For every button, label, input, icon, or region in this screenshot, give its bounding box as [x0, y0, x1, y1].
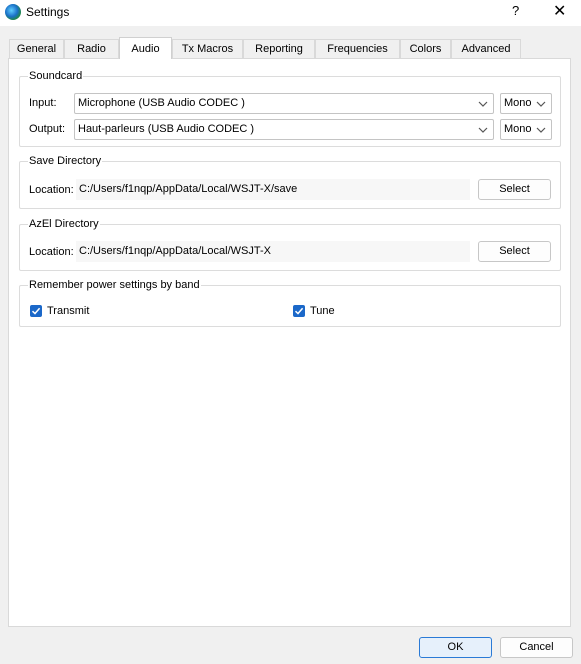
- chevron-down-icon: [536, 127, 546, 133]
- transmit-checkbox[interactable]: [30, 305, 42, 317]
- output-channel-select[interactable]: Mono: [500, 119, 552, 140]
- chevron-down-icon: [478, 127, 488, 133]
- chevron-down-icon: [536, 101, 546, 107]
- azel-directory-path-value: C:/Users/f1nqp/AppData/Local/WSJT-X: [79, 245, 271, 257]
- save-directory-path-value: C:/Users/f1nqp/AppData/Local/WSJT-X/save: [79, 183, 298, 195]
- azel-directory-group-title: AzEl Directory: [28, 218, 100, 230]
- azel-directory-select-button[interactable]: Select: [478, 241, 551, 262]
- output-device-value: Haut-parleurs (USB Audio CODEC ): [78, 123, 255, 135]
- output-channel-value: Mono: [504, 123, 532, 135]
- tab-colors[interactable]: Colors: [400, 39, 451, 58]
- input-device-select[interactable]: Microphone (USB Audio CODEC ): [74, 93, 494, 114]
- input-device-value: Microphone (USB Audio CODEC ): [78, 97, 245, 109]
- input-channel-select[interactable]: Mono: [500, 93, 552, 114]
- tab-general[interactable]: General: [9, 39, 64, 58]
- output-device-select[interactable]: Haut-parleurs (USB Audio CODEC ): [74, 119, 494, 140]
- help-button[interactable]: ?: [512, 3, 519, 18]
- input-channel-value: Mono: [504, 97, 532, 109]
- azel-location-label: Location:: [29, 246, 74, 258]
- output-label: Output:: [29, 123, 66, 135]
- save-directory-group-title: Save Directory: [28, 155, 103, 167]
- save-directory-group: Save Directory Location: C:/Users/f1nqp/…: [19, 155, 561, 209]
- checkmark-icon: [294, 307, 304, 315]
- wsjt-globe-icon: [5, 4, 21, 20]
- audio-tab-panel: Soundcard Input: Microphone (USB Audio C…: [8, 58, 571, 627]
- tune-label[interactable]: Tune: [310, 305, 335, 317]
- close-button[interactable]: ✕: [553, 1, 566, 21]
- tab-tx-macros[interactable]: Tx Macros: [172, 39, 243, 58]
- tab-radio[interactable]: Radio: [64, 39, 119, 58]
- azel-directory-path[interactable]: C:/Users/f1nqp/AppData/Local/WSJT-X: [76, 241, 470, 262]
- window-title: Settings: [26, 5, 70, 19]
- title-bar: Settings ? ✕: [0, 0, 581, 26]
- chevron-down-icon: [478, 101, 488, 107]
- tab-frequencies[interactable]: Frequencies: [315, 39, 400, 58]
- input-label: Input:: [29, 97, 57, 109]
- tab-reporting[interactable]: Reporting: [243, 39, 315, 58]
- save-directory-select-button[interactable]: Select: [478, 179, 551, 200]
- power-settings-group: Remember power settings by band Transmit…: [19, 279, 561, 327]
- soundcard-group-title: Soundcard: [28, 70, 84, 82]
- azel-directory-group: AzEl Directory Location: C:/Users/f1nqp/…: [19, 218, 561, 271]
- power-settings-group-title: Remember power settings by band: [28, 279, 201, 291]
- tune-checkbox[interactable]: [293, 305, 305, 317]
- checkmark-icon: [31, 307, 41, 315]
- tab-advanced[interactable]: Advanced: [451, 39, 521, 58]
- save-location-label: Location:: [29, 184, 74, 196]
- save-directory-path[interactable]: C:/Users/f1nqp/AppData/Local/WSJT-X/save: [76, 179, 470, 200]
- transmit-label[interactable]: Transmit: [47, 305, 89, 317]
- tab-audio[interactable]: Audio: [119, 37, 172, 59]
- cancel-button[interactable]: Cancel: [500, 637, 573, 658]
- ok-button[interactable]: OK: [419, 637, 492, 658]
- soundcard-group: Soundcard Input: Microphone (USB Audio C…: [19, 70, 561, 147]
